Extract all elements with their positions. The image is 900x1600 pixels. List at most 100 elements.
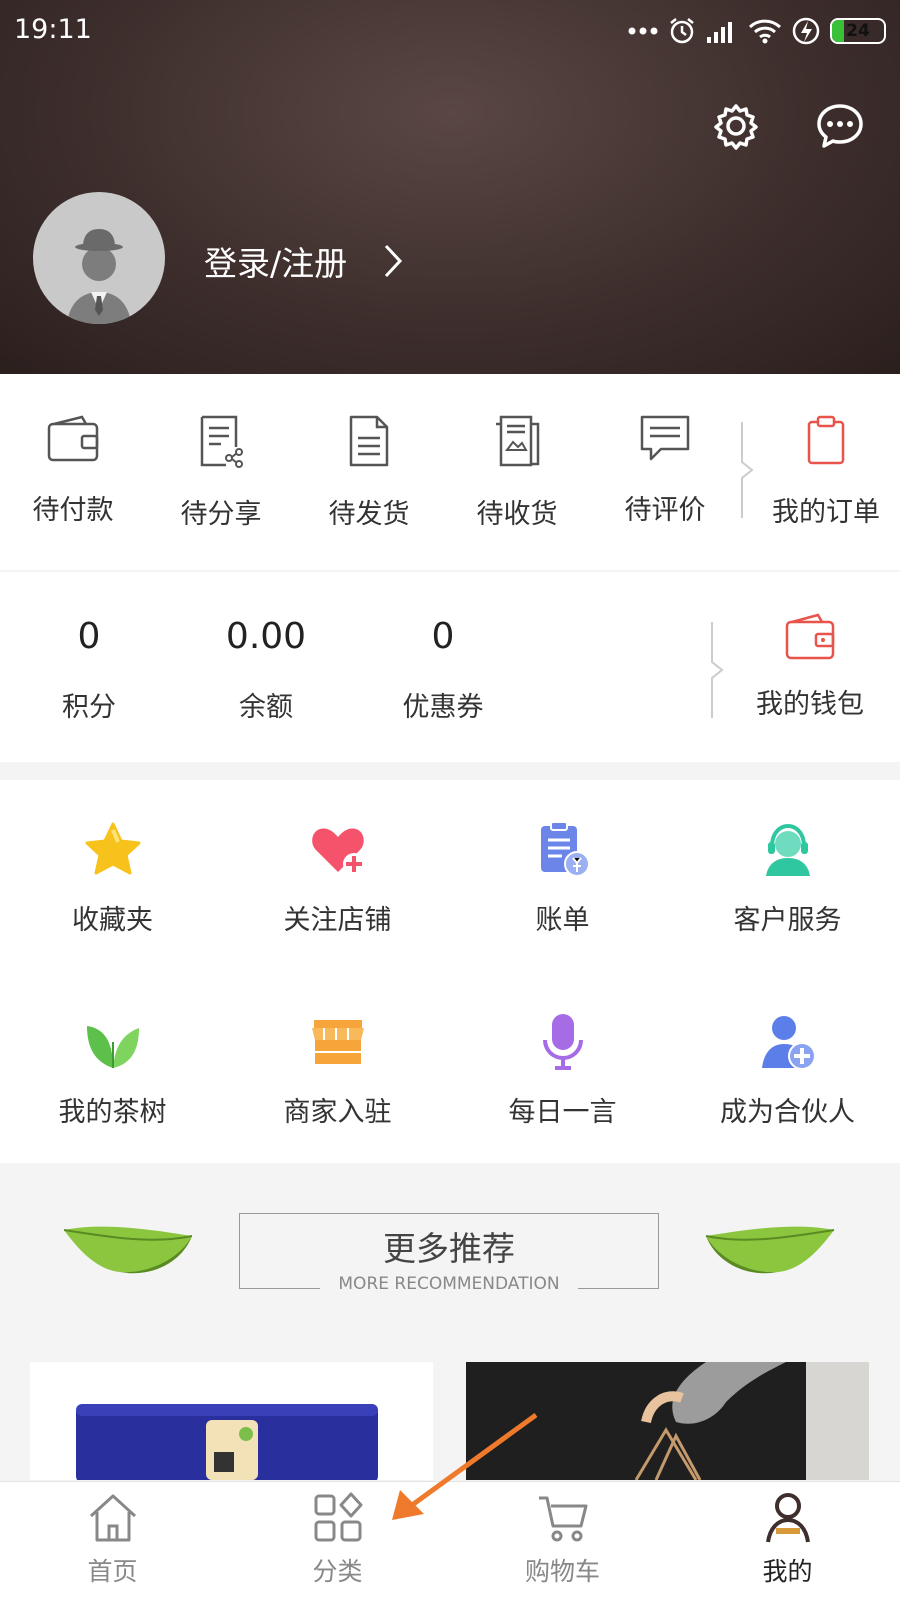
points-label: 积分 bbox=[62, 692, 116, 723]
status-bar: 19:11 24 bbox=[0, 0, 900, 64]
leaf-decoration-left bbox=[63, 1226, 193, 1274]
order-pending-review[interactable]: 待评价 bbox=[605, 414, 725, 527]
order-pending-share[interactable]: 待分享 bbox=[161, 414, 281, 531]
chat-bubble-icon[interactable] bbox=[816, 102, 864, 150]
comment-icon bbox=[640, 415, 690, 461]
coupons-value: 0 bbox=[431, 616, 455, 657]
service-label: 成为合伙人 bbox=[720, 1097, 855, 1128]
service-become-partner[interactable]: 成为合伙人 bbox=[675, 1012, 900, 1129]
document-icon bbox=[349, 415, 389, 467]
more-dots-icon bbox=[628, 27, 658, 35]
status-time: 19:11 bbox=[14, 14, 92, 45]
login-register-text: 登录/注册 bbox=[204, 244, 348, 283]
wallet-icon bbox=[47, 415, 99, 462]
headset-agent-icon bbox=[765, 823, 810, 876]
order-label: 待分享 bbox=[180, 499, 262, 530]
service-label: 客户服务 bbox=[733, 905, 842, 936]
charging-icon bbox=[792, 17, 820, 45]
cart-icon bbox=[538, 1496, 587, 1542]
tab-label: 购物车 bbox=[524, 1557, 600, 1586]
product-card[interactable] bbox=[30, 1362, 433, 1480]
tab-label: 首页 bbox=[87, 1557, 138, 1586]
bill-icon bbox=[540, 821, 590, 877]
balance-value: 0.00 bbox=[225, 616, 307, 657]
chevron-divider bbox=[741, 422, 754, 518]
service-bill[interactable]: 账单 bbox=[450, 820, 675, 937]
microphone-icon bbox=[542, 1014, 583, 1070]
tab-label: 我的 bbox=[762, 1557, 813, 1586]
user-icon bbox=[765, 1493, 810, 1543]
service-my-tea-tree[interactable]: 我的茶树 bbox=[0, 1012, 225, 1129]
alarm-icon bbox=[670, 18, 694, 44]
grid-category-icon bbox=[314, 1492, 362, 1542]
wallet-icon bbox=[785, 613, 835, 660]
battery-indicator: 24 bbox=[830, 18, 886, 44]
profile-header: 19:11 24 登录/注册 bbox=[0, 0, 900, 374]
service-followed-stores[interactable]: 关注店铺 bbox=[225, 820, 450, 937]
more-recommendation-title: 更多推荐 bbox=[383, 1229, 515, 1268]
service-label: 关注店铺 bbox=[283, 905, 392, 936]
order-label: 待评价 bbox=[624, 495, 706, 526]
avatar[interactable] bbox=[33, 192, 165, 324]
wifi-icon bbox=[748, 19, 782, 44]
services-grid: 收藏夹 关注店铺 账单 客户服务 我的茶树 商家入驻 每日一言 成为合伙人 bbox=[0, 780, 900, 1163]
app-root: 19:11 24 登录/注册 待付款 待分享 待发货 待收货 待评价 我的订单 … bbox=[0, 0, 900, 1600]
service-label: 账单 bbox=[535, 905, 590, 936]
my-wallet-label: 我的钱包 bbox=[756, 689, 864, 720]
chevron-divider bbox=[711, 622, 724, 718]
receipt-icon bbox=[496, 415, 540, 467]
wallet-summary: 0 积分 0.00 余额 0 优惠券 我的钱包 bbox=[0, 572, 900, 762]
order-label: 待收货 bbox=[476, 499, 558, 530]
tea-tin-image bbox=[76, 1404, 378, 1480]
my-orders-link[interactable]: 我的订单 bbox=[766, 414, 886, 529]
login-register-link[interactable]: 登录/注册 bbox=[204, 236, 403, 286]
home-icon bbox=[89, 1494, 136, 1542]
tab-category[interactable]: 分类 bbox=[225, 1492, 450, 1588]
order-label: 待发货 bbox=[328, 499, 410, 530]
battery-text: 24 bbox=[846, 21, 870, 41]
product-card[interactable] bbox=[466, 1362, 869, 1480]
storefront-icon bbox=[311, 1020, 364, 1064]
tab-home[interactable]: 首页 bbox=[0, 1492, 225, 1588]
service-label: 收藏夹 bbox=[72, 905, 153, 936]
service-label: 每日一言 bbox=[508, 1097, 617, 1128]
tab-label: 分类 bbox=[312, 1557, 363, 1586]
shopping-bag-photo bbox=[466, 1362, 869, 1480]
order-label: 待付款 bbox=[32, 495, 114, 526]
status-icons: 24 bbox=[628, 14, 886, 48]
bottom-tab-bar: 首页 分类 购物车 我的 bbox=[0, 1481, 900, 1600]
points-summary[interactable]: 0 积分 bbox=[9, 616, 169, 724]
share-document-icon bbox=[200, 415, 243, 468]
add-user-icon bbox=[761, 1016, 816, 1070]
signal-icon bbox=[707, 22, 732, 43]
star-icon bbox=[85, 822, 140, 875]
coupons-label: 优惠券 bbox=[402, 692, 484, 723]
service-favorites[interactable]: 收藏夹 bbox=[0, 820, 225, 937]
tab-cart[interactable]: 购物车 bbox=[450, 1492, 675, 1588]
my-orders-label: 我的订单 bbox=[772, 497, 880, 528]
order-pending-receipt[interactable]: 待收货 bbox=[457, 414, 577, 531]
points-value: 0 bbox=[77, 616, 101, 657]
order-status-bar: 待付款 待分享 待发货 待收货 待评价 我的订单 bbox=[0, 374, 900, 570]
more-recommendation-subtitle: MORE RECOMMENDATION bbox=[320, 1274, 578, 1294]
more-recommendation-header: 更多推荐 MORE RECOMMENDATION bbox=[239, 1213, 659, 1294]
order-pending-payment[interactable]: 待付款 bbox=[13, 414, 133, 527]
order-pending-shipment[interactable]: 待发货 bbox=[309, 414, 429, 531]
chevron-right-icon bbox=[385, 244, 403, 278]
coupons-summary[interactable]: 0 优惠券 bbox=[363, 616, 523, 724]
service-merchant-join[interactable]: 商家入驻 bbox=[225, 1012, 450, 1129]
tab-mine[interactable]: 我的 bbox=[675, 1492, 900, 1588]
gear-icon[interactable] bbox=[712, 102, 760, 150]
service-daily-quote[interactable]: 每日一言 bbox=[450, 1012, 675, 1129]
heart-plus-icon bbox=[311, 828, 365, 875]
service-label: 商家入驻 bbox=[283, 1097, 392, 1128]
leaf-decoration-right bbox=[705, 1226, 835, 1274]
clipboard-icon bbox=[807, 415, 845, 465]
leaf-sprout-icon bbox=[86, 1026, 139, 1068]
my-wallet-link[interactable]: 我的钱包 bbox=[730, 612, 890, 721]
service-label: 我的茶树 bbox=[58, 1097, 167, 1128]
default-avatar-icon bbox=[67, 229, 131, 324]
balance-label: 余额 bbox=[239, 692, 293, 723]
balance-summary[interactable]: 0.00 余额 bbox=[186, 616, 346, 724]
service-customer-service[interactable]: 客户服务 bbox=[675, 820, 900, 937]
